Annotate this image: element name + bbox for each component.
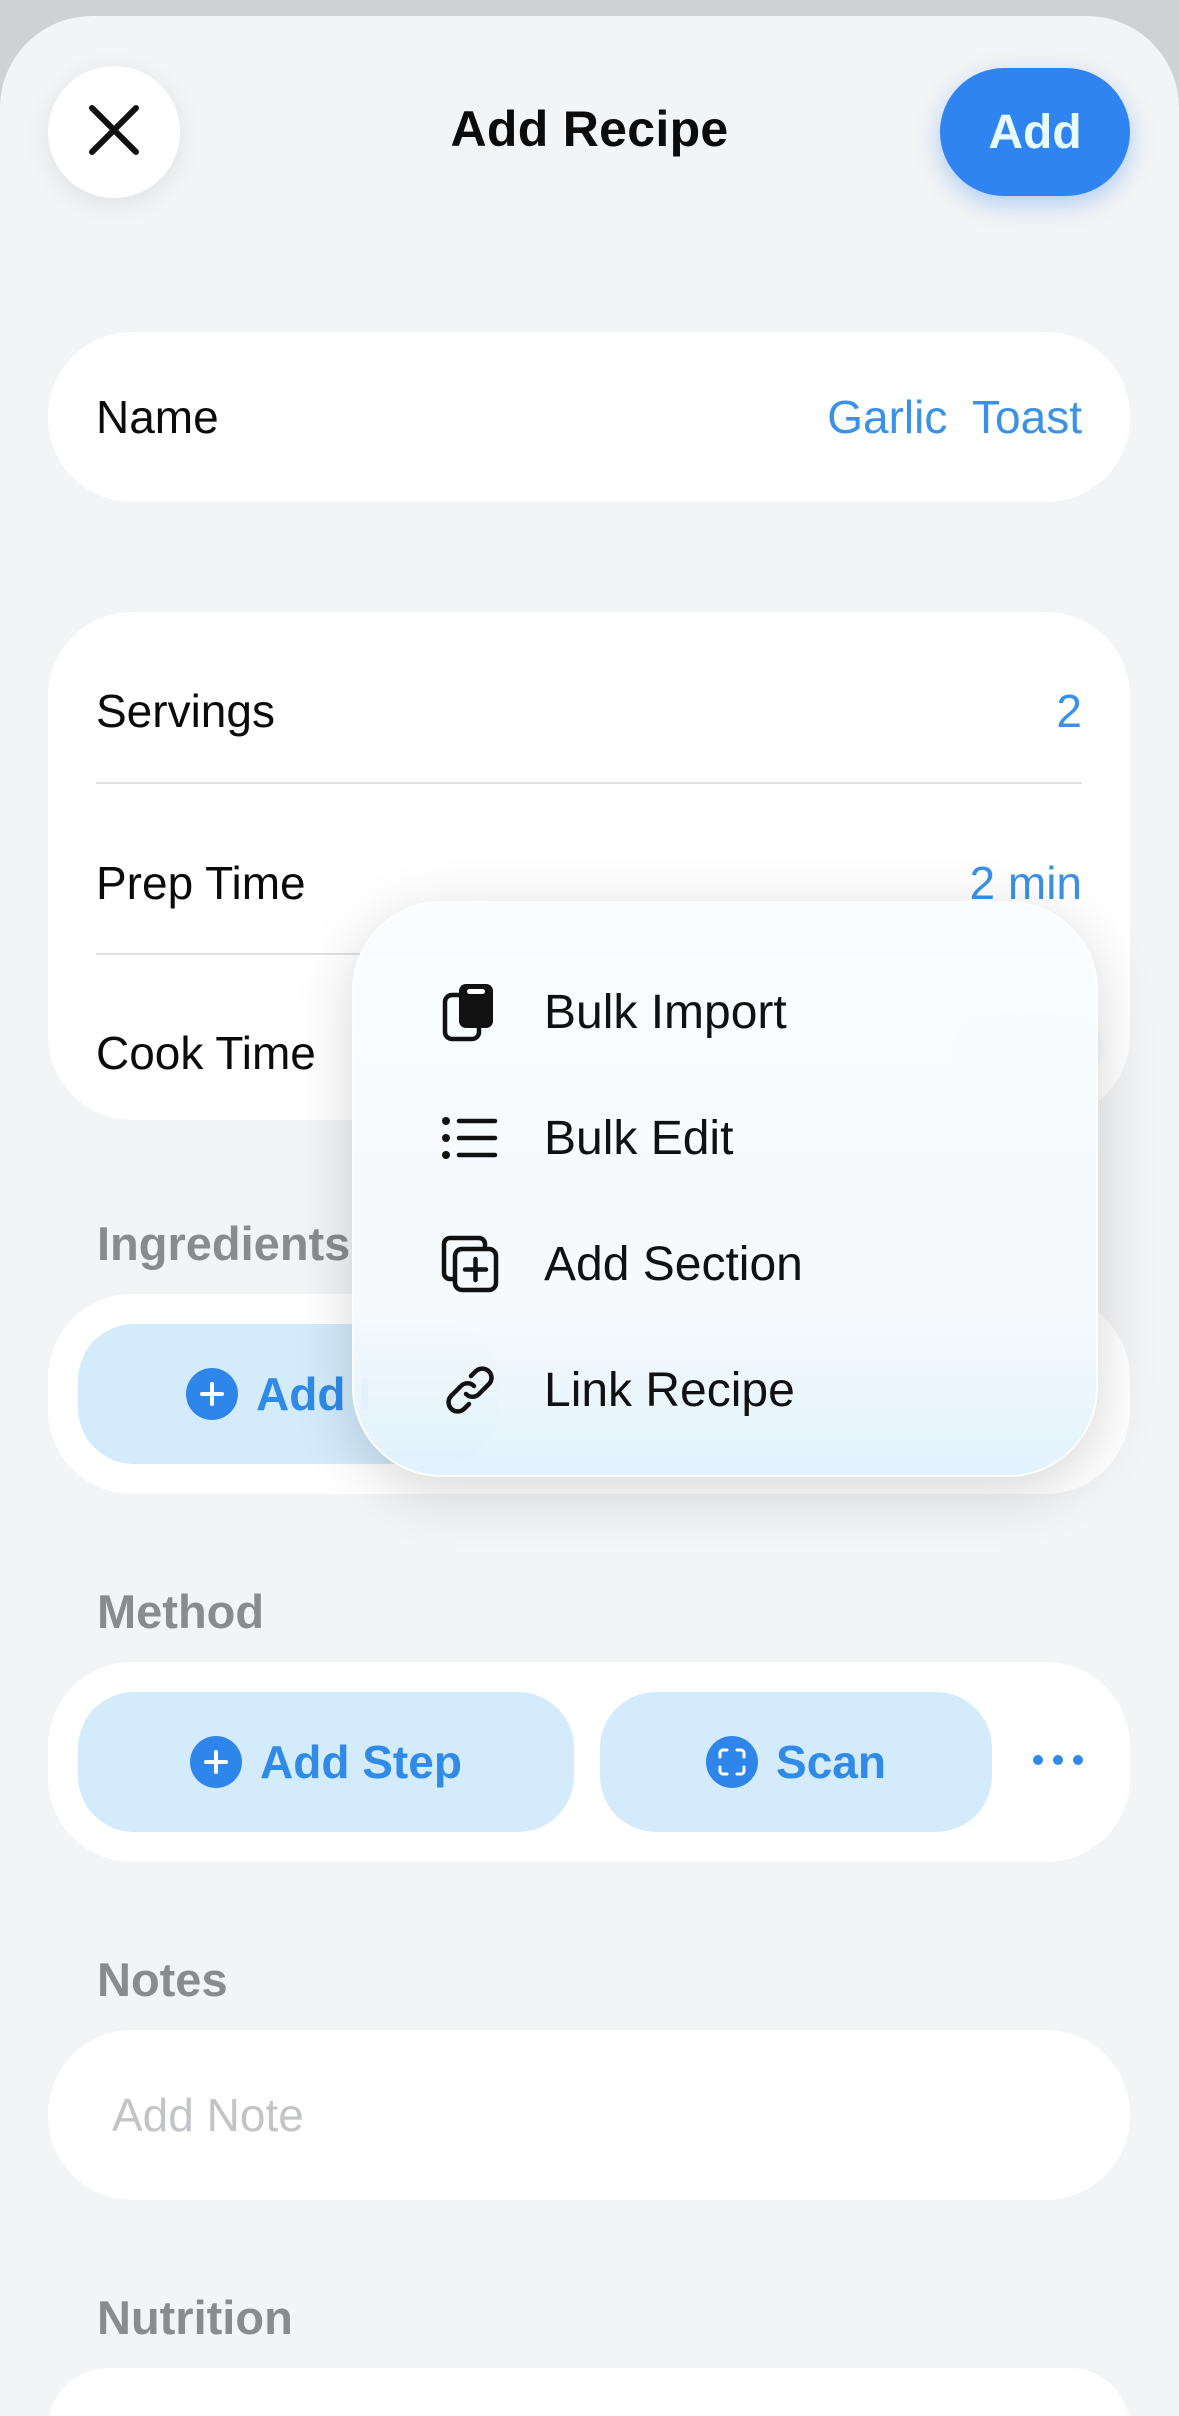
notes-heading: Notes <box>97 1953 228 2006</box>
method-heading: Method <box>97 1585 265 1638</box>
ingredients-heading: Ingredients <box>97 1217 351 1270</box>
menu-item-bulk-edit[interactable]: Bulk Edit <box>352 1075 1098 1201</box>
servings-label: Servings <box>96 685 275 737</box>
prep-time-label: Prep Time <box>96 857 306 909</box>
list-icon <box>440 1108 500 1168</box>
more-options-menu: Bulk Import Bulk Edit Add Section Link R… <box>352 901 1098 1477</box>
name-card[interactable]: Name Garlic Toast <box>48 332 1130 502</box>
add-recipe-sheet: Add Recipe Add Name Garlic Toast Serving… <box>0 16 1179 2416</box>
add-step-label: Add Step <box>260 1736 462 1788</box>
name-label: Name <box>96 391 219 443</box>
menu-item-label: Bulk Import <box>544 985 787 1039</box>
plus-icon <box>190 1736 243 1788</box>
nutrition-heading: Nutrition <box>97 2291 293 2344</box>
menu-item-link-recipe[interactable]: Link Recipe <box>352 1327 1098 1453</box>
scan-icon <box>706 1736 759 1788</box>
scan-button[interactable]: Scan <box>600 1692 992 1832</box>
more-options-button[interactable] <box>1028 1742 1088 1782</box>
name-value[interactable]: Garlic Toast <box>827 390 1082 444</box>
menu-item-label: Add Section <box>544 1237 803 1291</box>
plus-icon <box>186 1368 238 1420</box>
notes-input[interactable]: Add Note <box>112 2088 304 2142</box>
divider <box>96 782 1082 784</box>
ellipsis-icon <box>1032 1753 1084 1771</box>
servings-value[interactable]: 2 <box>1056 684 1082 738</box>
menu-item-add-section[interactable]: Add Section <box>352 1201 1098 1327</box>
link-icon <box>440 1360 500 1420</box>
menu-item-bulk-import[interactable]: Bulk Import <box>352 949 1098 1075</box>
scan-label: Scan <box>776 1736 886 1788</box>
menu-item-label: Bulk Edit <box>544 1111 734 1165</box>
notes-card[interactable]: Add Note <box>48 2030 1130 2200</box>
bulk-import-icon <box>440 982 500 1042</box>
method-card: Add Step Scan <box>48 1662 1130 1862</box>
add-button[interactable]: Add <box>940 68 1130 196</box>
nutrition-card <box>48 2368 1130 2416</box>
cook-time-label: Cook Time <box>96 1027 316 1079</box>
add-section-icon <box>440 1234 500 1294</box>
add-step-button[interactable]: Add Step <box>78 1692 574 1832</box>
menu-item-label: Link Recipe <box>544 1363 795 1417</box>
